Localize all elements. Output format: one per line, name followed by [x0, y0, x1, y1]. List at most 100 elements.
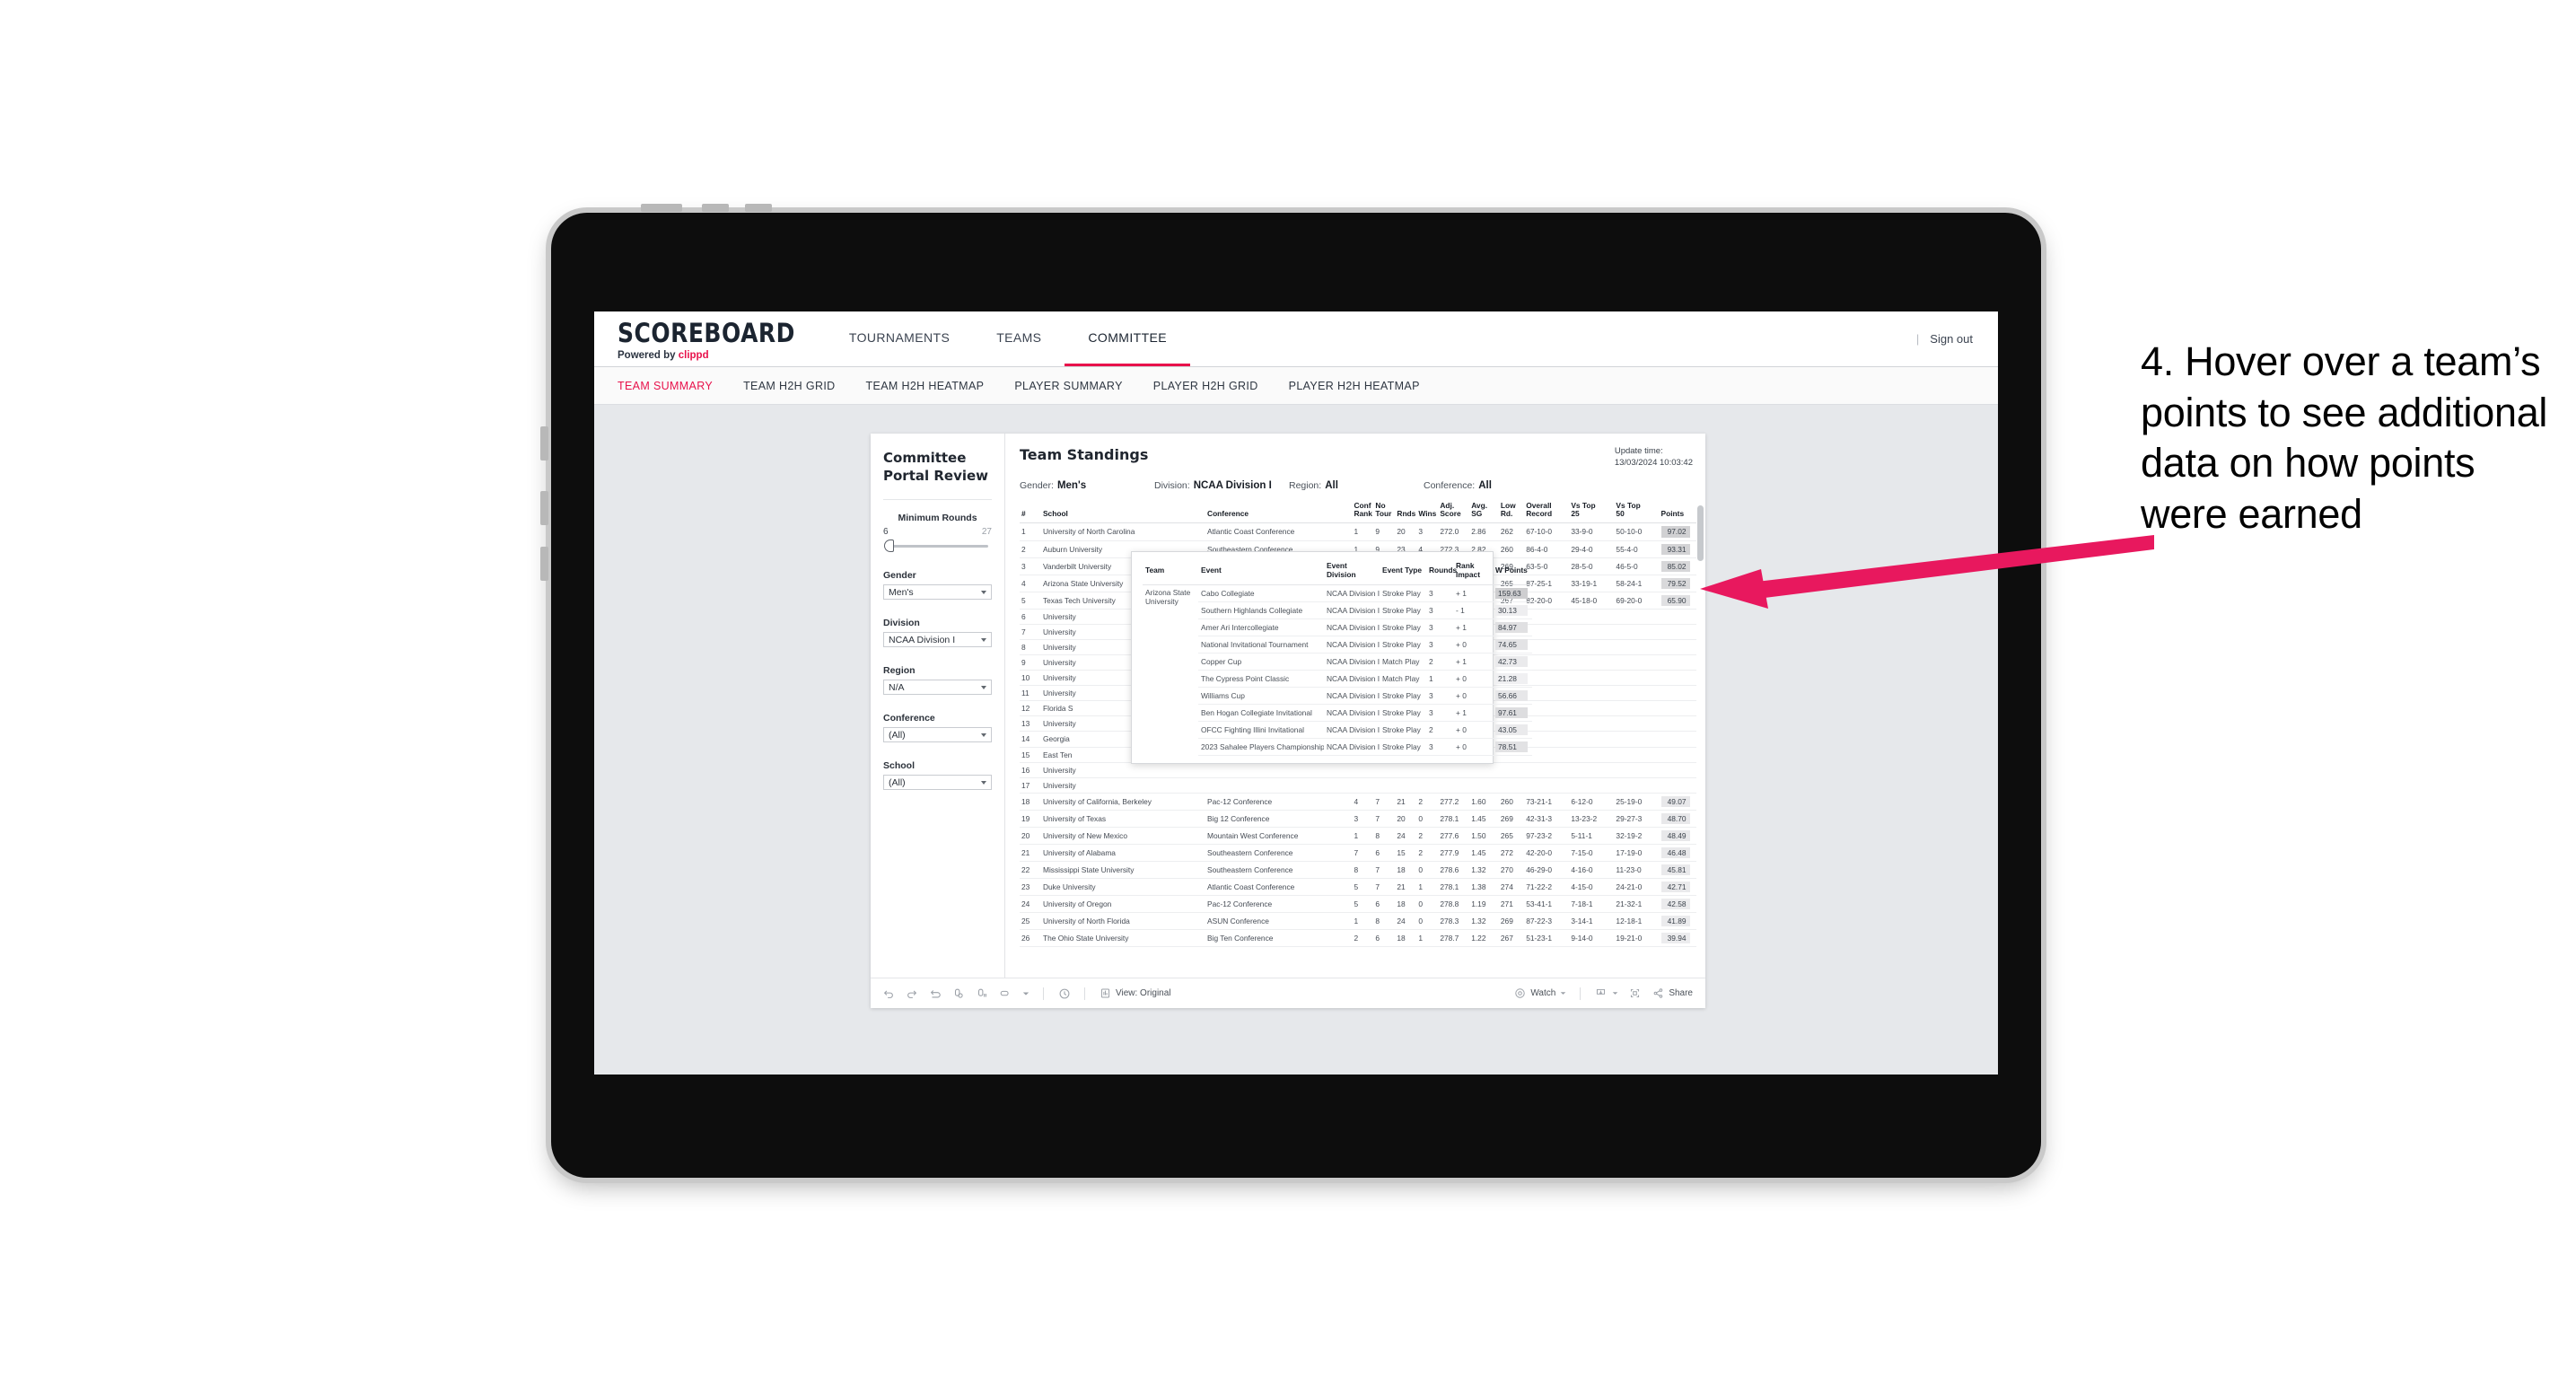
col-school[interactable]: School [1040, 499, 1206, 524]
col-conf-rank[interactable]: Conf Rank [1352, 499, 1374, 524]
points-value[interactable]: 97.02 [1660, 526, 1690, 538]
table-row[interactable]: 18 University of California, Berkeley Pac-… [1020, 793, 1696, 811]
revert-icon[interactable] [928, 987, 942, 1000]
points-value[interactable]: 65.90 [1660, 594, 1690, 606]
table-row[interactable]: 16 University [1020, 762, 1696, 778]
nav-item-teams[interactable]: TEAMS [973, 311, 1065, 366]
sign-out-link[interactable]: Sign out [1930, 332, 1973, 346]
tab-player-h2h-grid[interactable]: PLAYER H2H GRID [1153, 380, 1258, 392]
watch-button[interactable]: Watch [1513, 987, 1566, 1000]
cell-points[interactable]: 49.07 [1659, 793, 1696, 811]
col-wins[interactable]: Wins [1416, 499, 1439, 524]
table-row[interactable]: 23 Duke University Atlantic Coast Conferen… [1020, 878, 1696, 897]
chevron-down-icon[interactable] [1021, 987, 1030, 1000]
download-button[interactable] [1594, 987, 1618, 1000]
table-row[interactable]: 21 University of Alabama Southeastern Conf… [1020, 844, 1696, 863]
nav-item-tournaments[interactable]: TOURNAMENTS [826, 311, 973, 366]
device-layout-icon[interactable] [998, 987, 1012, 1000]
col-adj-score[interactable]: Adj. Score [1438, 499, 1470, 524]
pause-auto-update-icon[interactable] [975, 987, 988, 1000]
points-value[interactable]: 85.02 [1660, 560, 1690, 572]
table-row[interactable]: 17 University [1020, 777, 1696, 794]
region-select[interactable]: N/A [883, 680, 992, 695]
table-row[interactable]: 20 University of New Mexico Mountain West … [1020, 827, 1696, 846]
col-avg-sg[interactable]: Avg. SG [1469, 499, 1499, 524]
table-row[interactable]: 26 The Ohio State University Big Ten Confe… [1020, 929, 1696, 948]
tab-team-h2h-grid[interactable]: TEAM H2H GRID [743, 380, 835, 392]
filter-summary: Gender: Men's Division: NCAA Division I Re… [1020, 480, 1696, 491]
cell-school: University of North Florida [1040, 912, 1206, 931]
points-value[interactable]: 79.52 [1660, 577, 1690, 589]
col-overall-record[interactable]: Overall Record [1524, 499, 1570, 524]
slider-handle[interactable] [884, 539, 894, 552]
cell-points[interactable]: 48.70 [1659, 810, 1696, 828]
cell-points[interactable]: 39.94 [1659, 929, 1696, 948]
tab-team-summary[interactable]: TEAM SUMMARY [618, 380, 713, 392]
history-clock-icon[interactable] [1057, 987, 1071, 1000]
cell-avg-sg [1469, 777, 1499, 794]
brand-logo[interactable]: SCOREBOARD Powered by clippd [594, 311, 813, 366]
tooltip-row: Williams Cup NCAA Division I Stroke Play 3 +… [1143, 687, 1532, 705]
col-low-rd[interactable]: Low Rd. [1498, 499, 1525, 524]
cell-points[interactable]: 46.48 [1659, 844, 1696, 863]
minimum-rounds-slider[interactable] [883, 539, 992, 552]
cell-points[interactable] [1659, 731, 1696, 748]
share-button[interactable]: Share [1652, 987, 1693, 1000]
cell-points[interactable]: 42.71 [1659, 878, 1696, 897]
w-points-value: 21.28 [1495, 673, 1528, 684]
cell-points[interactable] [1659, 747, 1696, 763]
tab-team-h2h-heatmap[interactable]: TEAM H2H HEATMAP [866, 380, 985, 392]
table-row[interactable]: 24 University of Oregon Pac-12 Conference 5… [1020, 895, 1696, 914]
cell-points[interactable]: 42.58 [1659, 895, 1696, 914]
col-rank[interactable]: # [1020, 499, 1041, 524]
fullscreen-icon[interactable] [1628, 987, 1642, 1000]
table-row[interactable]: 22 Mississippi State University Southeaste… [1020, 861, 1696, 880]
table-row[interactable]: 19 University of Texas Big 12 Conference 3 7… [1020, 810, 1696, 828]
points-value[interactable]: 39.94 [1660, 933, 1690, 944]
cell-points[interactable]: 48.49 [1659, 827, 1696, 846]
conference-select[interactable]: (All) [883, 727, 992, 742]
points-value[interactable]: 46.48 [1660, 847, 1690, 859]
nav-item-committee[interactable]: COMMITTEE [1065, 311, 1191, 366]
col-points[interactable]: Points [1659, 499, 1696, 524]
chevron-down-icon [1611, 987, 1618, 1000]
cell-points[interactable]: 45.81 [1659, 861, 1696, 880]
undo-icon[interactable] [881, 987, 895, 1000]
table-row[interactable]: 1 University of North Carolina Atlantic Co… [1020, 522, 1696, 541]
points-value[interactable]: 48.49 [1660, 829, 1690, 841]
cell-points[interactable]: 41.89 [1659, 912, 1696, 931]
points-value[interactable]: 41.89 [1660, 916, 1690, 927]
cell-points[interactable] [1659, 670, 1696, 687]
points-value[interactable]: 42.71 [1660, 882, 1690, 893]
col-vs-top-25[interactable]: Vs Top 25 [1569, 499, 1615, 524]
points-value[interactable]: 93.31 [1660, 543, 1690, 555]
w-points-value: 42.73 [1495, 656, 1528, 667]
cell-points[interactable] [1659, 777, 1696, 794]
division-select[interactable]: NCAA Division I [883, 632, 992, 647]
school-select[interactable]: (All) [883, 775, 992, 790]
cell-points[interactable] [1659, 700, 1696, 717]
table-row[interactable]: 25 University of North Florida ASUN Confer… [1020, 912, 1696, 931]
minimum-rounds-min: 6 [883, 527, 889, 537]
tab-player-summary[interactable]: PLAYER SUMMARY [1014, 380, 1122, 392]
cell-points[interactable] [1659, 685, 1696, 702]
col-no-tour[interactable]: No Tour [1373, 499, 1396, 524]
refresh-icon[interactable] [951, 987, 965, 1000]
tab-player-h2h-heatmap[interactable]: PLAYER H2H HEATMAP [1289, 380, 1420, 392]
col-conference[interactable]: Conference [1205, 499, 1353, 524]
points-value[interactable]: 48.70 [1660, 812, 1690, 824]
points-value[interactable]: 42.58 [1660, 899, 1690, 910]
col-vs-top-50[interactable]: Vs Top 50 [1614, 499, 1660, 524]
tablet-side-button-2 [540, 491, 548, 525]
workbook-body: Committee Portal Review Minimum Rounds 6… [871, 434, 1705, 978]
gender-select[interactable]: Men's [883, 584, 992, 600]
col-rnds[interactable]: Rnds [1395, 499, 1417, 524]
points-value[interactable]: 45.81 [1660, 864, 1690, 876]
cell-points[interactable] [1659, 715, 1696, 732]
view-original-button[interactable]: View: Original [1099, 987, 1171, 1000]
cell-rank: 23 [1020, 878, 1041, 897]
cell-rnds: 21 [1395, 793, 1417, 811]
redo-icon[interactable] [905, 987, 918, 1000]
points-value[interactable]: 49.07 [1660, 795, 1690, 807]
cell-points[interactable] [1659, 762, 1696, 778]
